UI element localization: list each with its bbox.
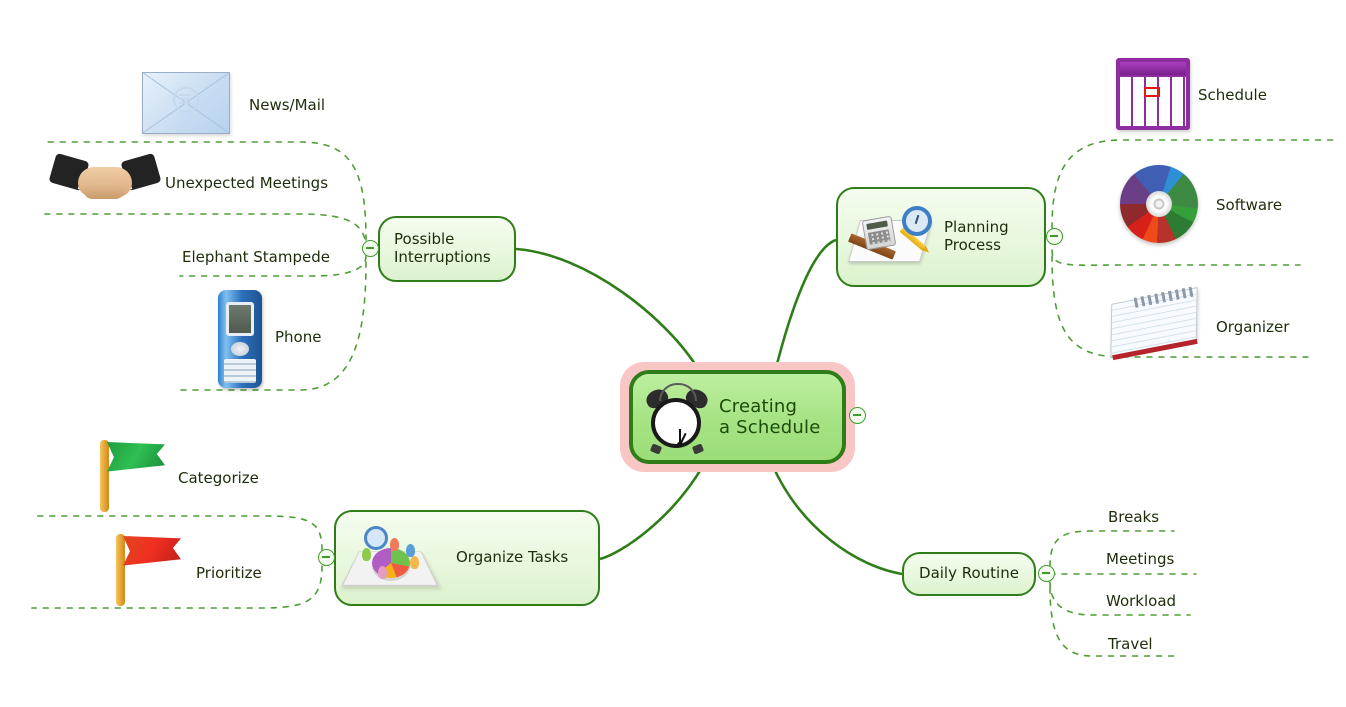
link-central-to-daily	[770, 463, 903, 576]
leaf-label-breaks[interactable]: Breaks	[1108, 508, 1159, 526]
branch-label-daily-routine: Daily Routine	[919, 564, 1019, 583]
leaf-label-prioritize[interactable]: Prioritize	[196, 564, 262, 582]
link-central-to-planning	[773, 238, 837, 373]
link-central-to-organize	[599, 463, 706, 561]
red-flag-icon	[112, 532, 186, 608]
calculator-ruler-clock-icon	[847, 206, 934, 268]
leaf-label-categorize[interactable]: Categorize	[178, 469, 259, 487]
collapse-toggle-daily-routine[interactable]	[1038, 565, 1055, 582]
branch-node-planning-process[interactable]: Planning Process	[836, 187, 1046, 287]
leaf-label-travel[interactable]: Travel	[1108, 635, 1153, 653]
cd-disc-icon	[1120, 165, 1198, 243]
branch-node-organize-tasks[interactable]: Organize Tasks	[334, 510, 600, 606]
branch-label-possible-interruptions: Possible Interruptions	[394, 230, 491, 266]
mindmap-canvas: Creating a Schedule Possible Interruptio…	[0, 0, 1346, 707]
leaf-label-elephant-stampede[interactable]: Elephant Stampede	[182, 248, 330, 266]
central-topic-node[interactable]: Creating a Schedule	[629, 370, 846, 464]
collapse-toggle-possible-interruptions[interactable]	[362, 240, 379, 257]
leaf-label-schedule[interactable]: Schedule	[1198, 86, 1267, 104]
leaf-label-phone[interactable]: Phone	[275, 328, 321, 346]
central-topic-label: Creating a Schedule	[719, 395, 821, 438]
branch-label-planning-process: Planning Process	[944, 218, 1009, 254]
collapse-toggle-central[interactable]	[849, 407, 866, 424]
handshake-icon	[48, 152, 162, 207]
envelope-icon	[142, 72, 230, 134]
branch-node-possible-interruptions[interactable]: Possible Interruptions	[378, 216, 516, 282]
calendar-icon	[1116, 58, 1190, 130]
notepad-icon	[1110, 286, 1202, 361]
collapse-toggle-organize-tasks[interactable]	[318, 549, 335, 566]
leaf-label-organizer[interactable]: Organizer	[1216, 318, 1289, 336]
link-central-to-interruptions	[515, 247, 702, 373]
branch-label-organize-tasks: Organize Tasks	[456, 548, 569, 567]
leaf-label-workload[interactable]: Workload	[1106, 592, 1176, 610]
branch-node-daily-routine[interactable]: Daily Routine	[902, 552, 1036, 596]
collapse-toggle-planning-process[interactable]	[1046, 228, 1063, 245]
green-flag-icon	[96, 438, 170, 514]
alarm-clock-icon	[643, 381, 711, 455]
leaf-label-meetings[interactable]: Meetings	[1106, 550, 1174, 568]
mobile-phone-icon	[218, 290, 262, 388]
leaf-label-unexpected-meetings[interactable]: Unexpected Meetings	[165, 174, 328, 192]
leaf-label-software[interactable]: Software	[1216, 196, 1282, 214]
leaf-label-news-mail[interactable]: News/Mail	[249, 96, 325, 114]
pie-chart-board-icon	[341, 526, 439, 590]
